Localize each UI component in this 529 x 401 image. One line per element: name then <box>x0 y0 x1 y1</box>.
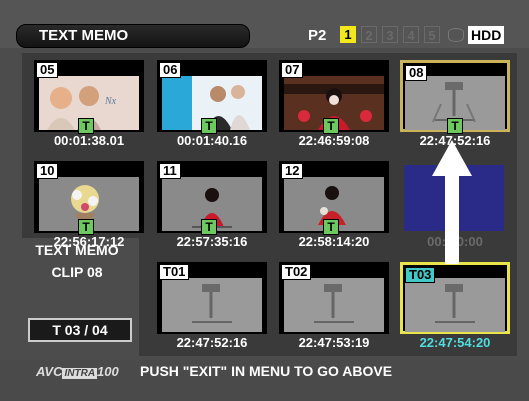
clip-thumbnail[interactable]: 06 T 00:01:40.16 <box>157 60 273 148</box>
memo-timecode: 22:47:52:16 <box>176 335 248 350</box>
camera-screen: TEXT MEMO P2 1 2 3 4 5 HDD Nx 05 T 00:01… <box>0 0 529 401</box>
slot-4: 4 <box>403 26 419 43</box>
slot-5: 5 <box>424 26 440 43</box>
thumbnail-image <box>162 278 262 332</box>
clip-number: 07 <box>281 62 304 78</box>
text-memo-panel: TEXT MEMO CLIP 08 T 03 / 04 <box>18 238 136 356</box>
footer-message: PUSH "EXIT" IN MENU TO GO ABOVE <box>140 363 393 379</box>
footer-bar: AVC INTRA 100 PUSH "EXIT" IN MENU TO GO AB… <box>0 360 529 401</box>
clip-timecode: 22:58:14:20 <box>298 234 370 249</box>
text-memo-badge: T <box>323 219 339 235</box>
memo-thumbnail[interactable]: T01 22:47:52:16 <box>157 262 273 350</box>
thumbnail-image <box>284 278 384 332</box>
thumbnail-image <box>405 278 505 332</box>
clip-number: 10 <box>36 163 59 179</box>
clip-thumbnail[interactable]: 07 T 22:46:59:08 <box>279 60 395 148</box>
clip-thumbnail[interactable]: 10 T 22:56:17:12 <box>34 161 150 249</box>
memo-timecode: 22:47:54:20 <box>419 335 491 350</box>
text-memo-badge: T <box>78 118 94 134</box>
clip-thumbnail[interactable]: 12 T 22:58:14:20 <box>279 161 395 249</box>
memo-timecode: 22:47:53:19 <box>298 335 370 350</box>
clip-number: 08 <box>405 65 428 81</box>
memo-panel-title: TEXT MEMO <box>35 242 119 258</box>
clip-timecode: 22:57:35:16 <box>176 234 248 249</box>
hdd-label: HDD <box>468 26 505 44</box>
memo-thumbnail-selected[interactable]: T03 22:47:54:20 <box>400 262 516 350</box>
screen-title: TEXT MEMO <box>39 27 129 44</box>
clip-timecode: 00:01:40.16 <box>176 133 248 148</box>
text-memo-badge: T <box>201 118 217 134</box>
text-memo-badge: T <box>447 118 463 134</box>
clip-thumbnail[interactable]: 11 T 22:57:35:16 <box>157 161 273 249</box>
up-arrow-icon <box>432 140 472 264</box>
header-bar: TEXT MEMO P2 1 2 3 4 5 HDD <box>0 0 529 48</box>
p2-label: P2 <box>308 27 327 44</box>
text-memo-badge: T <box>323 118 339 134</box>
clip-number: 11 <box>159 163 181 179</box>
slot-2: 2 <box>361 26 377 43</box>
memo-thumbnail[interactable]: T02 22:47:53:19 <box>279 262 395 350</box>
text-memo-badge: T <box>78 219 94 235</box>
screen-title-box: TEXT MEMO <box>16 24 250 48</box>
memo-number: T03 <box>405 267 436 283</box>
memo-counter: T 03 / 04 <box>28 318 132 342</box>
slot-3: 3 <box>382 26 398 43</box>
memo-number: T01 <box>159 264 190 280</box>
clip-number: 06 <box>159 62 182 78</box>
avc-intra-logo: AVC INTRA 100 <box>36 364 119 379</box>
svg-text:Nx: Nx <box>104 96 117 107</box>
clip-thumbnail-selected[interactable]: 08 T 22:47:52:16 <box>400 60 516 148</box>
clip-timecode: 00:01:38.01 <box>53 133 125 148</box>
clip-thumbnail[interactable]: Nx 05 T 00:01:38.01 <box>34 60 150 148</box>
clip-number: 12 <box>281 163 304 179</box>
memo-number: T02 <box>281 264 312 280</box>
text-memo-badge: T <box>201 219 217 235</box>
hdd-icon <box>448 28 464 42</box>
memo-panel-clip: CLIP 08 <box>51 264 103 280</box>
slot-1: 1 <box>340 26 356 43</box>
clip-timecode: 22:46:59:08 <box>298 133 370 148</box>
clip-number: 05 <box>36 62 59 78</box>
